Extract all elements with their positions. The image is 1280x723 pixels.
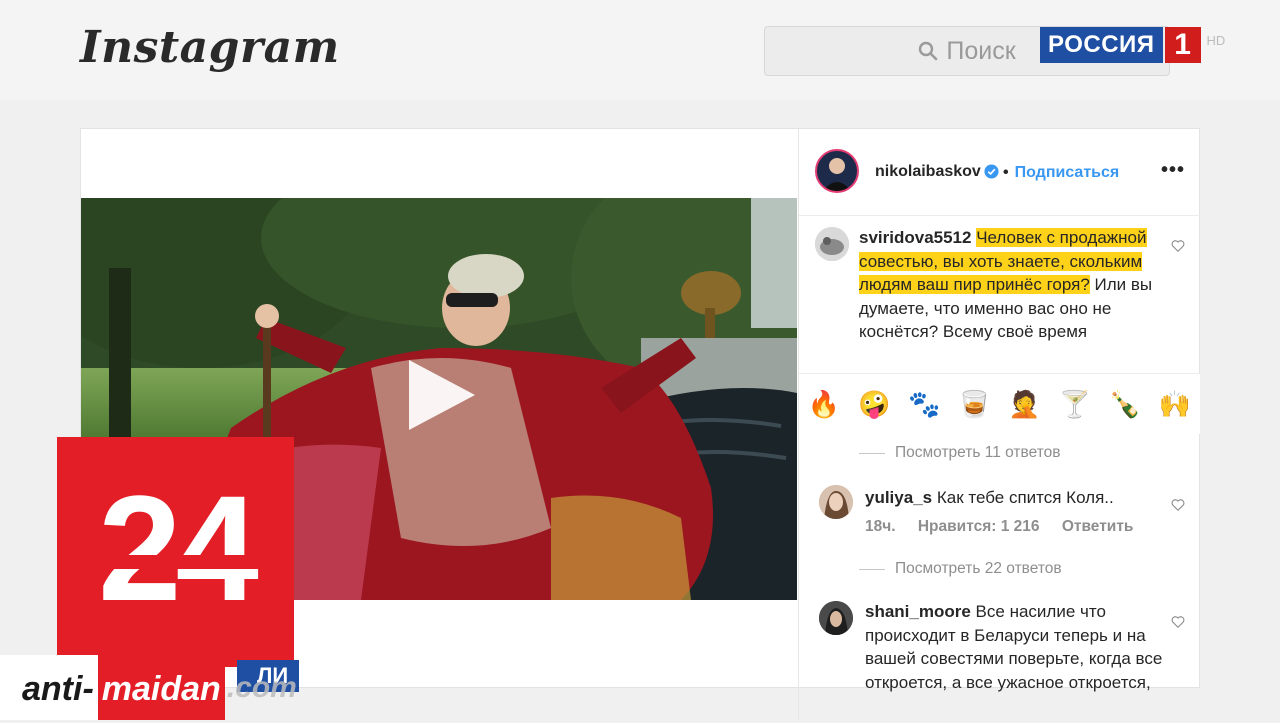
comment-avatar[interactable] bbox=[815, 227, 849, 261]
comment-username[interactable]: sviridova5512 bbox=[859, 228, 971, 247]
watermark-part1: anti- bbox=[0, 655, 98, 720]
follow-button[interactable]: • Подписаться bbox=[1003, 164, 1119, 182]
comment-likes[interactable]: Нравится: 1 216 bbox=[918, 518, 1040, 535]
view-replies-button[interactable]: Посмотреть 11 ответов bbox=[859, 444, 1060, 462]
logo-stripe bbox=[57, 555, 294, 569]
view-replies-button[interactable]: Посмотреть 22 ответов bbox=[859, 560, 1062, 578]
channel-number: 1 bbox=[1164, 27, 1201, 63]
more-options-button[interactable]: ••• bbox=[1161, 159, 1185, 182]
channel-logo: РОССИЯ 1 HD bbox=[1040, 27, 1225, 63]
emoji-cocktail-icon[interactable]: 🍸 bbox=[1059, 389, 1091, 420]
search-placeholder: Поиск bbox=[946, 36, 1016, 65]
news-channel-24-logo: 24 bbox=[57, 437, 294, 667]
emoji-facepalm-icon[interactable]: 🤦 bbox=[1008, 389, 1040, 420]
watermark: anti- maidan .com bbox=[0, 655, 297, 720]
post-sidebar: nikolaibaskov • Подписаться ••• sviridova… bbox=[798, 129, 1200, 720]
emoji-bar: 🔥 🤪 🐾 🥃 🤦 🍸 🍾 🙌 bbox=[799, 373, 1200, 434]
view-replies-label: Посмотреть 11 ответов bbox=[895, 444, 1061, 461]
emoji-raised-hands-icon[interactable]: 🙌 bbox=[1159, 389, 1191, 420]
instagram-logo[interactable]: Instagram bbox=[80, 22, 340, 73]
view-replies-label: Посмотреть 22 ответов bbox=[895, 560, 1062, 577]
like-heart-icon[interactable] bbox=[1171, 239, 1185, 253]
search-icon bbox=[919, 41, 938, 61]
like-heart-icon[interactable] bbox=[1171, 615, 1185, 629]
comment-username[interactable]: shani_moore bbox=[865, 602, 971, 621]
comment-avatar[interactable] bbox=[819, 485, 853, 519]
comment-meta: 18ч. Нравится: 1 216 Ответить bbox=[865, 518, 1151, 536]
comment-avatar[interactable] bbox=[819, 601, 853, 635]
logo-stripe bbox=[57, 606, 294, 618]
emoji-paw-icon[interactable]: 🐾 bbox=[908, 389, 940, 420]
comment-username[interactable]: yuliya_s bbox=[865, 488, 932, 507]
post-header: nikolaibaskov • Подписаться ••• bbox=[799, 129, 1200, 216]
emoji-champagne-icon[interactable]: 🍾 bbox=[1109, 389, 1141, 420]
channel-hd-label: HD bbox=[1206, 32, 1226, 48]
separator-dot: • bbox=[1003, 164, 1009, 181]
emoji-whisky-icon[interactable]: 🥃 bbox=[958, 389, 990, 420]
emoji-zany-face-icon[interactable]: 🤪 bbox=[858, 389, 890, 420]
follow-label: Подписаться bbox=[1014, 164, 1120, 181]
post-username[interactable]: nikolaibaskov bbox=[875, 163, 981, 181]
reply-button[interactable]: Ответить bbox=[1062, 518, 1134, 535]
channel-24-number: 24 bbox=[98, 464, 259, 632]
watermark-part3: .com bbox=[226, 670, 297, 704]
comment-text: Как тебе спится Коля.. bbox=[936, 488, 1114, 507]
comment-yuliya: yuliya_s Как тебе спится Коля.. bbox=[865, 486, 1165, 510]
play-icon[interactable] bbox=[403, 356, 479, 434]
replies-divider bbox=[859, 452, 885, 454]
channel-name: РОССИЯ bbox=[1040, 27, 1163, 63]
emoji-fire-icon[interactable]: 🔥 bbox=[808, 389, 840, 420]
comment-shani: shani_moore Все насилие что происходит в… bbox=[865, 600, 1165, 694]
replies-divider bbox=[859, 568, 885, 570]
verified-badge-icon bbox=[984, 164, 999, 179]
watermark-part2: maidan bbox=[97, 655, 225, 720]
avatar[interactable] bbox=[815, 149, 859, 193]
comment-time: 18ч. bbox=[865, 518, 896, 535]
like-heart-icon[interactable] bbox=[1171, 498, 1185, 512]
comment-sviridova: sviridova5512 Человек с продажной совест… bbox=[859, 226, 1159, 344]
